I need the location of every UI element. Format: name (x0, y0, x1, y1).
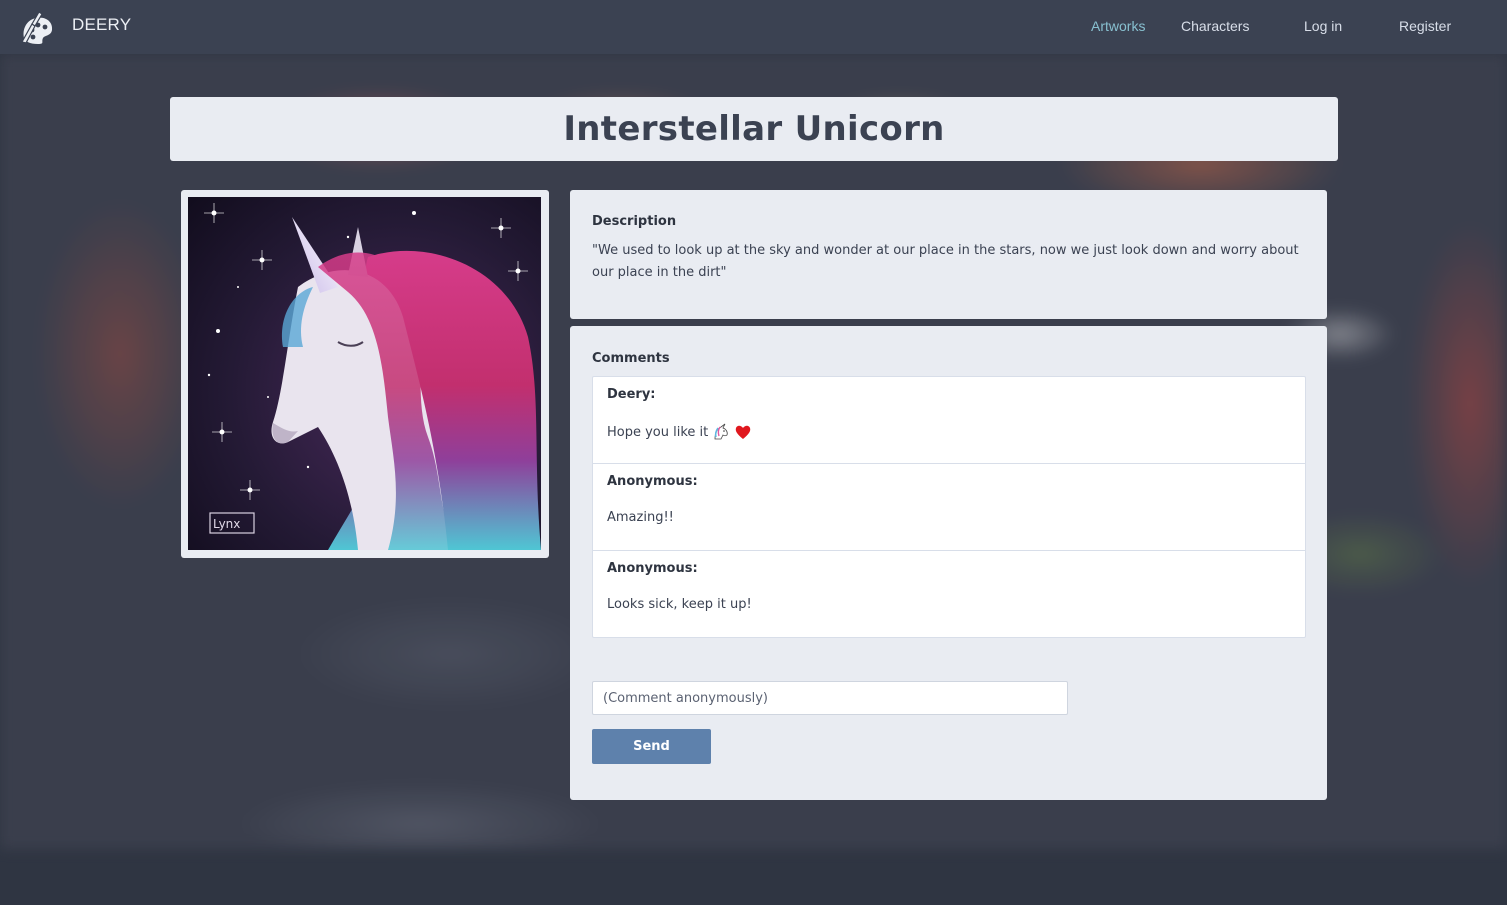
comment-text: Hope you like it (607, 424, 709, 440)
artwork-title: Interstellar Unicorn (563, 109, 945, 149)
comment-item: Anonymous: Amazing!! (593, 464, 1305, 551)
send-button[interactable]: Send (592, 729, 711, 764)
brand-name[interactable]: DEERY (72, 15, 131, 35)
comment-author: Anonymous: (607, 561, 698, 576)
comments-heading: Comments (592, 351, 670, 366)
nav-link-login[interactable]: Log in (1304, 18, 1342, 34)
comment-text-row: Hope you like it (607, 423, 752, 441)
artist-signature: Lynx (213, 517, 240, 531)
comment-list: Deery: Hope you like it Anonymous: Amazi… (592, 376, 1306, 638)
comment-text: Looks sick, keep it up! (607, 597, 752, 612)
navbar: DEERY Artworks Characters Log in Registe… (0, 0, 1507, 54)
comments-card: Comments Deery: Hope you like it Anonymo… (570, 326, 1327, 800)
comment-author: Deery: (607, 387, 656, 402)
comment-item: Anonymous: Looks sick, keep it up! (593, 551, 1305, 638)
artwork-image-frame: Lynx (181, 190, 549, 558)
palette-logo-icon[interactable] (18, 8, 56, 46)
nav-link-characters[interactable]: Characters (1181, 18, 1249, 34)
heart-emoji-icon (736, 425, 751, 439)
nav-link-register[interactable]: Register (1399, 18, 1451, 34)
comment-author: Anonymous: (607, 474, 698, 489)
comment-item: Deery: Hope you like it (593, 377, 1305, 464)
description-heading: Description (592, 214, 677, 229)
comment-text: Amazing!! (607, 510, 674, 525)
title-panel: Interstellar Unicorn (170, 97, 1338, 161)
comment-input[interactable] (592, 681, 1068, 715)
artwork-image[interactable]: Lynx (188, 197, 541, 550)
unicorn-emoji-icon (714, 423, 728, 440)
description-card: Description "We used to look up at the s… (570, 190, 1327, 319)
description-text: "We used to look up at the sky and wonde… (592, 243, 1299, 280)
nav-link-artworks[interactable]: Artworks (1091, 18, 1145, 34)
